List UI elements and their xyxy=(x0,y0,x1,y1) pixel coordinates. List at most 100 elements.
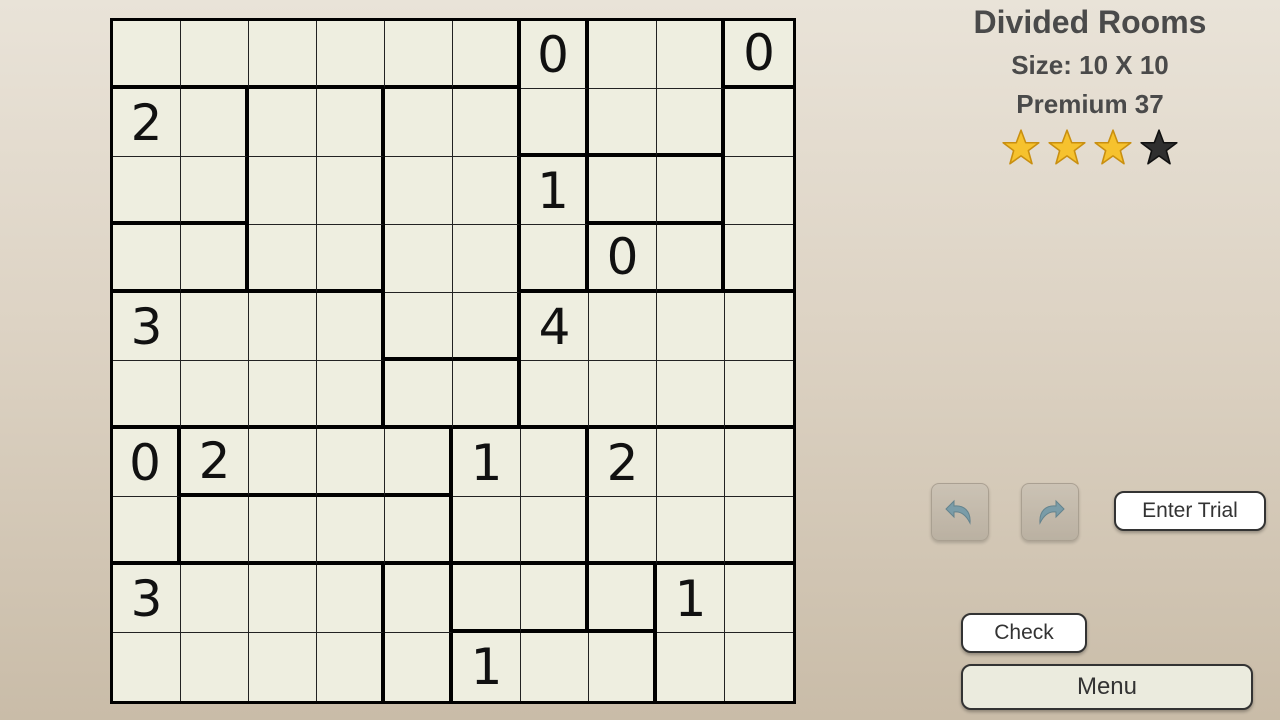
grid-cell[interactable] xyxy=(521,361,589,429)
grid-cell[interactable] xyxy=(317,633,385,701)
grid-cell[interactable]: 1 xyxy=(453,429,521,497)
grid-cell[interactable] xyxy=(521,89,589,157)
grid-cell[interactable] xyxy=(589,565,657,633)
grid-cell[interactable] xyxy=(589,21,657,89)
grid-cell[interactable] xyxy=(249,89,317,157)
grid-cell[interactable] xyxy=(657,225,725,293)
grid-cell[interactable] xyxy=(317,157,385,225)
grid-cell[interactable] xyxy=(249,633,317,701)
grid-cell[interactable] xyxy=(113,157,181,225)
grid-cell[interactable] xyxy=(521,565,589,633)
grid-cell[interactable] xyxy=(181,157,249,225)
grid-cell[interactable] xyxy=(317,293,385,361)
grid-cell[interactable] xyxy=(385,429,453,497)
grid-cell[interactable] xyxy=(385,293,453,361)
grid-cell[interactable] xyxy=(385,497,453,565)
grid-cell[interactable] xyxy=(725,633,793,701)
grid-cell[interactable] xyxy=(725,225,793,293)
grid-cell[interactable] xyxy=(725,565,793,633)
grid-cell[interactable] xyxy=(181,293,249,361)
grid-cell[interactable] xyxy=(657,21,725,89)
grid-cell[interactable] xyxy=(249,225,317,293)
grid-cell[interactable] xyxy=(657,429,725,497)
grid-cell[interactable] xyxy=(453,565,521,633)
grid-cell[interactable]: 3 xyxy=(113,293,181,361)
grid-cell[interactable] xyxy=(521,429,589,497)
grid-cell[interactable] xyxy=(181,225,249,293)
grid-cell[interactable] xyxy=(249,565,317,633)
grid-cell[interactable]: 2 xyxy=(589,429,657,497)
grid-cell[interactable] xyxy=(249,157,317,225)
undo-button[interactable] xyxy=(931,483,989,541)
grid-cell[interactable] xyxy=(113,225,181,293)
grid-cell[interactable] xyxy=(385,565,453,633)
grid-cell[interactable]: 2 xyxy=(181,429,249,497)
grid-cell[interactable] xyxy=(453,157,521,225)
grid-cell[interactable] xyxy=(589,361,657,429)
grid-cell[interactable] xyxy=(725,89,793,157)
check-button[interactable]: Check xyxy=(961,613,1087,653)
grid-cell[interactable] xyxy=(113,361,181,429)
grid-cell[interactable] xyxy=(521,633,589,701)
grid-cell[interactable] xyxy=(589,293,657,361)
grid-cell[interactable] xyxy=(521,225,589,293)
grid-cell[interactable] xyxy=(181,633,249,701)
grid-cell[interactable] xyxy=(453,293,521,361)
grid-cell[interactable] xyxy=(657,89,725,157)
grid-cell[interactable] xyxy=(725,497,793,565)
grid-cell[interactable] xyxy=(589,497,657,565)
grid-cell[interactable] xyxy=(249,21,317,89)
grid-cell[interactable] xyxy=(181,497,249,565)
grid-cell[interactable] xyxy=(249,293,317,361)
grid-cell[interactable] xyxy=(317,225,385,293)
grid-cell[interactable] xyxy=(725,293,793,361)
grid-cell[interactable]: 0 xyxy=(725,21,793,89)
grid-cell[interactable]: 2 xyxy=(113,89,181,157)
grid-cell[interactable] xyxy=(385,157,453,225)
grid-cell[interactable]: 0 xyxy=(589,225,657,293)
grid-cell[interactable] xyxy=(385,633,453,701)
grid-cell[interactable] xyxy=(657,157,725,225)
grid-cell[interactable] xyxy=(249,497,317,565)
grid-cell[interactable] xyxy=(657,633,725,701)
grid-cell[interactable] xyxy=(385,21,453,89)
grid-cell[interactable] xyxy=(385,225,453,293)
grid-cell[interactable] xyxy=(521,497,589,565)
grid-cell[interactable] xyxy=(385,361,453,429)
grid-cell[interactable] xyxy=(181,565,249,633)
grid-cell[interactable] xyxy=(249,361,317,429)
grid-cell[interactable]: 1 xyxy=(453,633,521,701)
grid-cell[interactable] xyxy=(725,429,793,497)
grid-cell[interactable] xyxy=(453,225,521,293)
grid-cell[interactable] xyxy=(181,89,249,157)
grid-cell[interactable] xyxy=(113,497,181,565)
grid-cell[interactable] xyxy=(725,361,793,429)
menu-button[interactable]: Menu xyxy=(961,664,1253,710)
grid-cell[interactable] xyxy=(589,89,657,157)
grid-cell[interactable]: 1 xyxy=(657,565,725,633)
grid-cell[interactable]: 3 xyxy=(113,565,181,633)
grid-cell[interactable] xyxy=(181,21,249,89)
grid-cell[interactable] xyxy=(113,633,181,701)
enter-trial-button[interactable]: Enter Trial xyxy=(1114,491,1266,531)
grid-cell[interactable] xyxy=(385,89,453,157)
grid-cell[interactable]: 0 xyxy=(521,21,589,89)
grid-cell[interactable] xyxy=(453,21,521,89)
redo-button[interactable] xyxy=(1021,483,1079,541)
grid-cell[interactable]: 0 xyxy=(113,429,181,497)
grid-cell[interactable]: 1 xyxy=(521,157,589,225)
grid-cell[interactable] xyxy=(453,361,521,429)
grid-cell[interactable] xyxy=(453,89,521,157)
grid-cell[interactable] xyxy=(589,157,657,225)
grid-cell[interactable] xyxy=(453,497,521,565)
grid-cell[interactable] xyxy=(249,429,317,497)
grid-cell[interactable] xyxy=(113,21,181,89)
grid-cell[interactable] xyxy=(589,633,657,701)
grid-cell[interactable] xyxy=(317,565,385,633)
grid-cell[interactable] xyxy=(181,361,249,429)
grid-cell[interactable] xyxy=(317,429,385,497)
grid-cell[interactable] xyxy=(317,89,385,157)
grid-cell[interactable] xyxy=(317,361,385,429)
grid-cell[interactable] xyxy=(657,361,725,429)
grid-cell[interactable]: 4 xyxy=(521,293,589,361)
